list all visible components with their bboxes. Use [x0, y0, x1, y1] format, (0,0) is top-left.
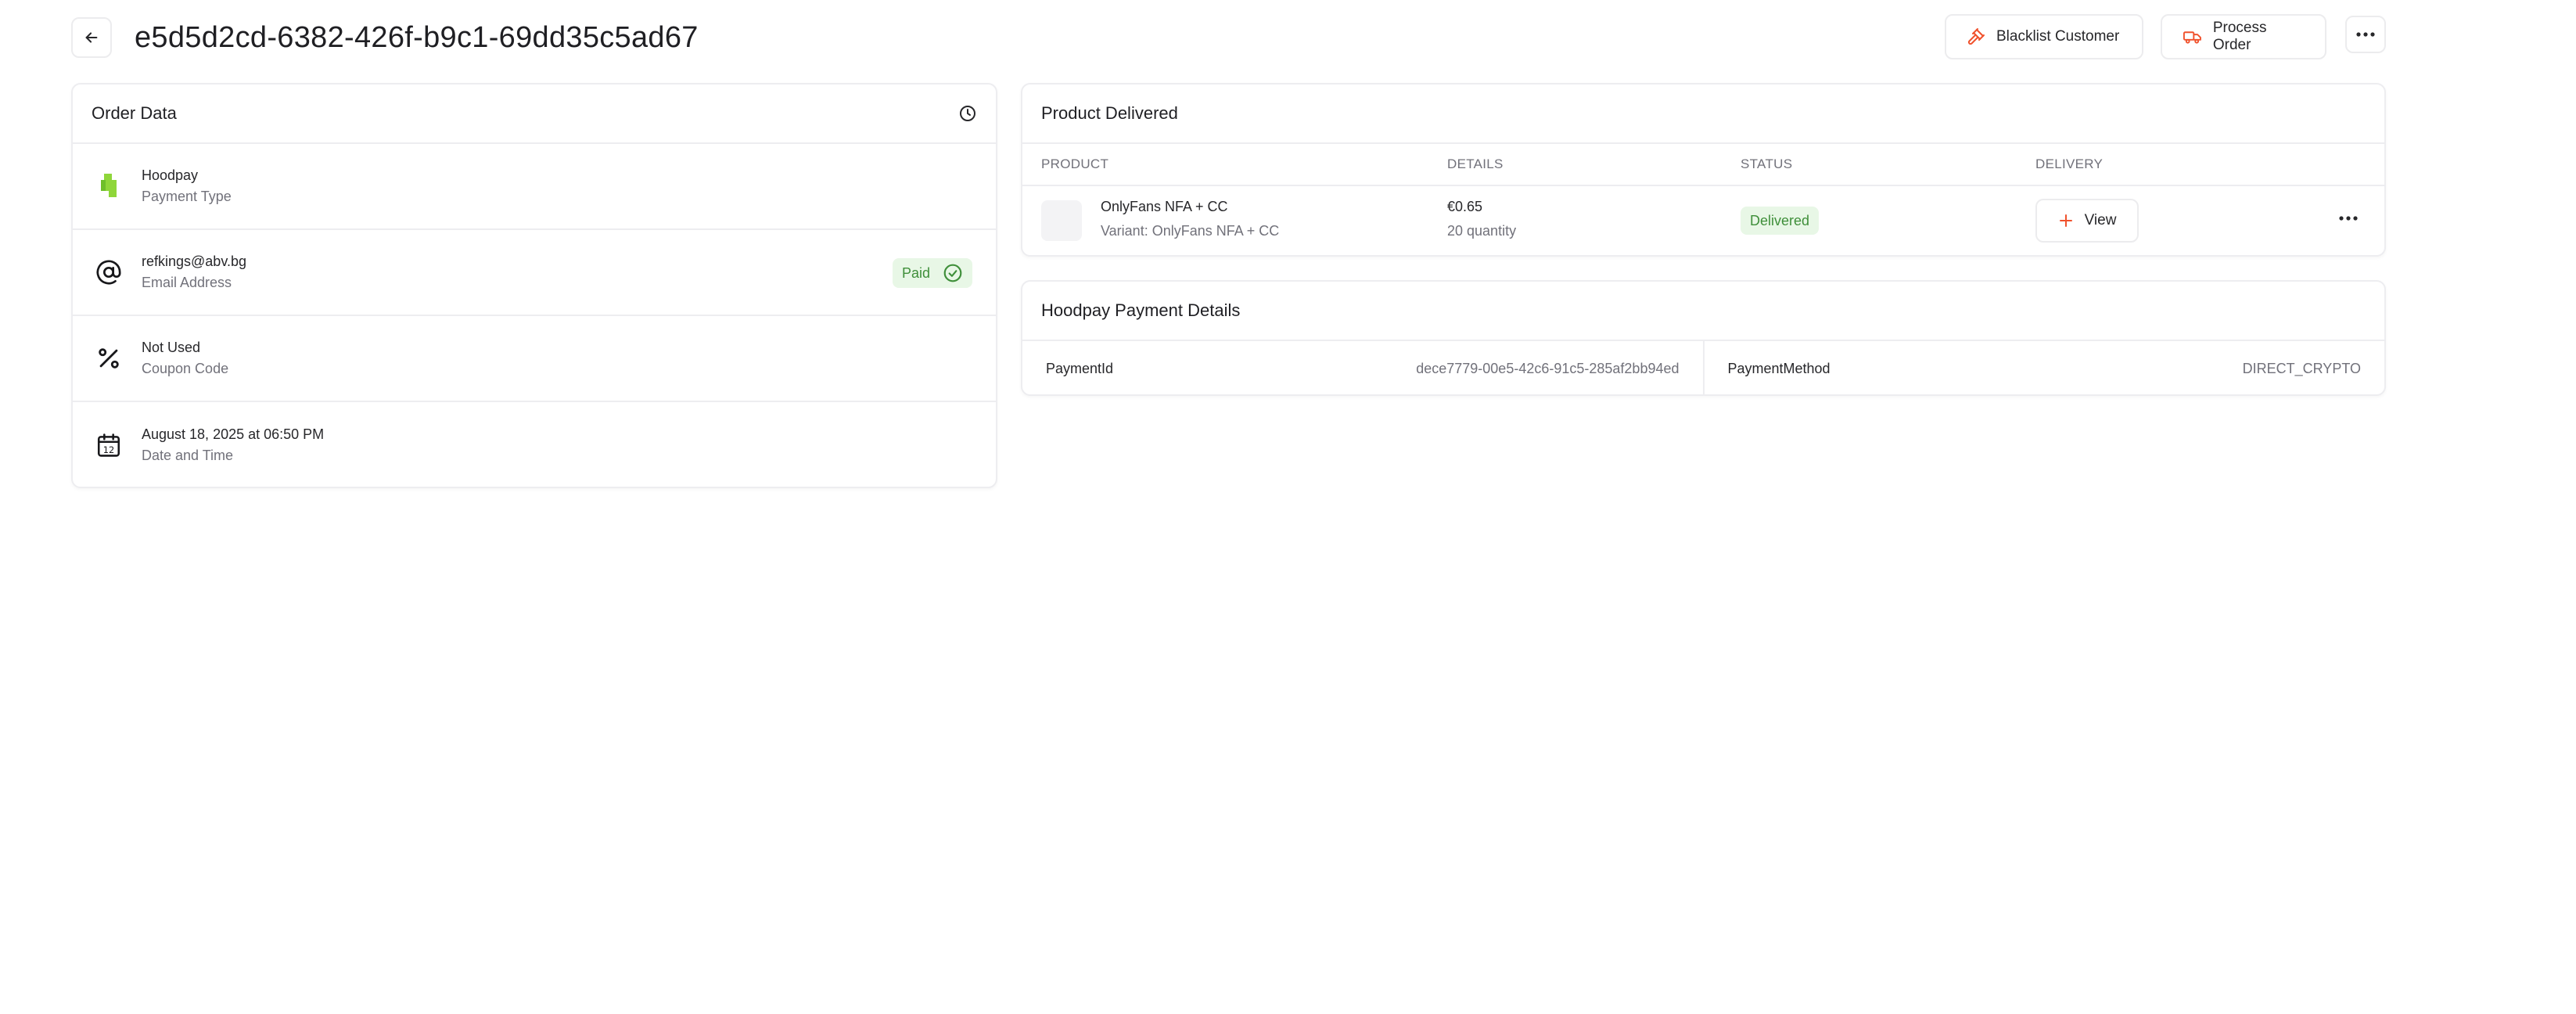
- check-circle-icon: [943, 264, 962, 282]
- product-delivered-header: Product Delivered: [1022, 84, 2384, 144]
- paid-status-label: Paid: [901, 264, 930, 281]
- more-horizontal-icon: [2356, 32, 2375, 37]
- delivered-status-badge: Delivered: [1741, 207, 1820, 235]
- paid-status-badge: Paid: [892, 258, 972, 288]
- order-data-header: Order Data: [73, 84, 996, 144]
- percent-icon: [99, 348, 119, 369]
- product-price: €0.65: [1447, 199, 1483, 214]
- payment-id-value: dece7779-00e5-42c6-91c5-285af2bb94ed: [1416, 360, 1680, 376]
- table-row: OnlyFans NFA + CC Variant: OnlyFans NFA …: [1022, 186, 2384, 257]
- product-variant: Variant: OnlyFans NFA + CC: [1101, 223, 1280, 239]
- process-order-label: Process Order: [2212, 20, 2267, 53]
- order-data-title: Order Data: [92, 103, 177, 123]
- hoodpay-logo-icon: [101, 174, 117, 197]
- calendar-day-number: 12: [103, 444, 114, 455]
- payment-type-label: Payment Type: [142, 189, 232, 204]
- more-horizontal-icon: [2339, 216, 2358, 221]
- clock-icon[interactable]: [958, 104, 977, 123]
- truck-icon: [2183, 31, 2201, 44]
- payment-method-key: PaymentMethod: [1727, 360, 1831, 376]
- coupon-row: Not Used Coupon Code: [73, 316, 996, 402]
- email-label: Email Address: [142, 275, 232, 290]
- payment-id-key: PaymentId: [1046, 360, 1114, 376]
- date-time-value: August 18, 2025 at 06:50 PM: [142, 426, 325, 442]
- arrow-left-icon: [85, 32, 98, 43]
- at-sign-icon: [96, 260, 121, 285]
- plus-icon: [2059, 214, 2072, 227]
- payment-type-row: Hoodpay Payment Type: [73, 144, 996, 230]
- payment-id-cell: PaymentId dece7779-00e5-42c6-91c5-285af2…: [1022, 341, 1703, 396]
- payment-type-value: Hoodpay: [142, 167, 199, 183]
- payment-method-cell: PaymentMethod DIRECT_CRYPTO: [1702, 341, 2385, 396]
- back-button[interactable]: [71, 17, 112, 58]
- more-actions-button[interactable]: [2345, 16, 2386, 53]
- column-product: PRODUCT: [1041, 156, 1109, 171]
- product-table-header: PRODUCT DETAILS STATUS DELIVERY: [1022, 144, 2384, 186]
- product-quantity: 20 quantity: [1447, 223, 1517, 239]
- row-more-actions-button[interactable]: [2338, 211, 2359, 225]
- coupon-label: Coupon Code: [142, 361, 229, 376]
- payment-details-card: Hoodpay Payment Details PaymentId dece77…: [1021, 280, 2386, 396]
- column-delivery: DELIVERY: [2035, 156, 2104, 171]
- date-time-label: Date and Time: [142, 448, 234, 463]
- view-delivery-button[interactable]: View: [2035, 199, 2139, 243]
- blacklist-customer-label: Blacklist Customer: [1996, 28, 2120, 45]
- column-details: DETAILS: [1447, 156, 1504, 171]
- view-delivery-label: View: [2084, 212, 2117, 228]
- payment-details-header: Hoodpay Payment Details: [1022, 282, 2384, 341]
- column-status: STATUS: [1741, 156, 1793, 171]
- product-name: OnlyFans NFA + CC: [1101, 199, 1228, 214]
- calendar-icon: 12: [97, 433, 120, 457]
- product-thumbnail: [1041, 200, 1082, 241]
- product-delivered-title: Product Delivered: [1041, 103, 1178, 123]
- email-value: refkings@abv.bg: [142, 254, 247, 269]
- email-row: refkings@abv.bg Email Address Paid: [73, 230, 996, 316]
- payment-details-title: Hoodpay Payment Details: [1041, 300, 1241, 320]
- blacklist-customer-button[interactable]: Blacklist Customer: [1945, 14, 2143, 59]
- date-time-row: 12 August 18, 2025 at 06:50 PM Date and …: [73, 402, 996, 488]
- gavel-icon: [1967, 28, 1985, 45]
- process-order-button[interactable]: Process Order: [2161, 14, 2326, 59]
- payment-method-value: DIRECT_CRYPTO: [2242, 360, 2361, 376]
- payment-details-row: PaymentId dece7779-00e5-42c6-91c5-285af2…: [1022, 341, 2384, 396]
- coupon-value: Not Used: [142, 340, 201, 355]
- product-delivered-card: Product Delivered PRODUCT DETAILS STATUS…: [1021, 83, 2386, 257]
- page-title: e5d5d2cd-6382-426f-b9c1-69dd35c5ad67: [135, 21, 699, 54]
- order-data-card: Order Data Hoodpay Payment Type refkings…: [71, 83, 997, 488]
